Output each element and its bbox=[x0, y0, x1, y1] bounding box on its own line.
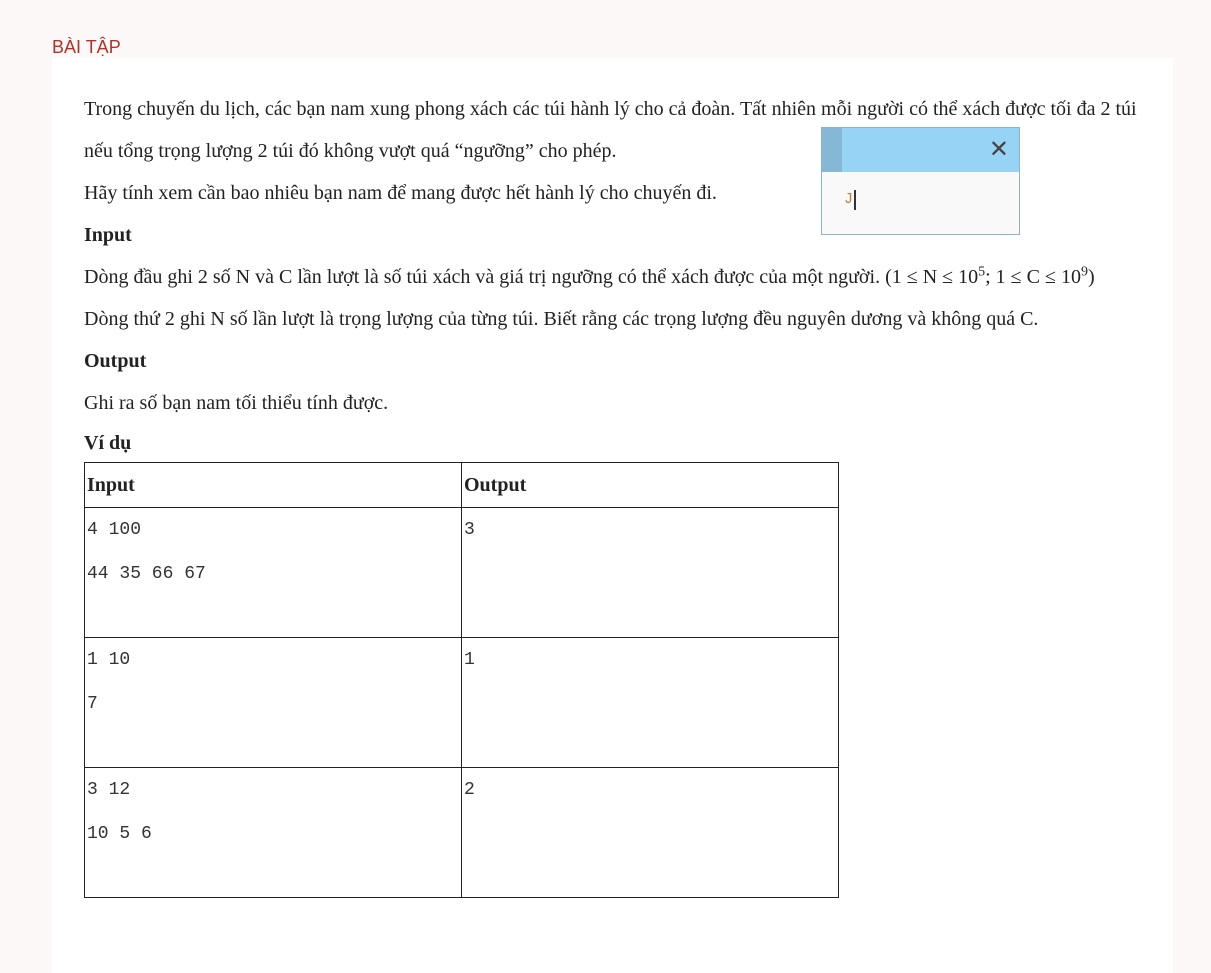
table-header-row: Input Output bbox=[84, 462, 839, 508]
close-icon[interactable]: ✕ bbox=[989, 136, 1009, 162]
cell-input: 3 12 10 5 6 bbox=[84, 767, 462, 898]
popup-text-input[interactable]: J bbox=[844, 190, 857, 210]
output-heading: Output bbox=[84, 350, 147, 372]
cell-output: 1 bbox=[461, 637, 839, 768]
cell-output: 2 bbox=[461, 767, 839, 898]
header-input: Input bbox=[84, 462, 462, 508]
table-row: 1 10 7 1 bbox=[84, 637, 839, 768]
cell-output: 3 bbox=[461, 507, 839, 638]
example-heading: Ví dụ bbox=[84, 432, 132, 454]
table-row: 3 12 10 5 6 2 bbox=[84, 767, 839, 898]
cell-input: 4 100 44 35 66 67 bbox=[84, 507, 462, 638]
header-output: Output bbox=[461, 462, 839, 508]
output-line: Ghi ra số bạn nam tối thiểu tính được. bbox=[84, 392, 389, 414]
drag-handle[interactable] bbox=[822, 128, 842, 172]
table-row: 4 100 44 35 66 67 3 bbox=[84, 507, 839, 638]
popup-header[interactable]: ✕ bbox=[822, 128, 1019, 172]
example-table: Input Output 4 100 44 35 66 67 3 1 10 7 1 … bbox=[84, 462, 839, 898]
cell-input: 1 10 7 bbox=[84, 637, 462, 768]
section-title: BÀI TẬP bbox=[52, 37, 121, 57]
floating-input-popup: ✕ J bbox=[821, 127, 1020, 235]
input-line-1: Dòng đầu ghi 2 số N và C lần lượt là số … bbox=[84, 264, 1095, 288]
input-line-2: Dòng thứ 2 ghi N số lần lượt là trọng lư… bbox=[84, 308, 1039, 330]
